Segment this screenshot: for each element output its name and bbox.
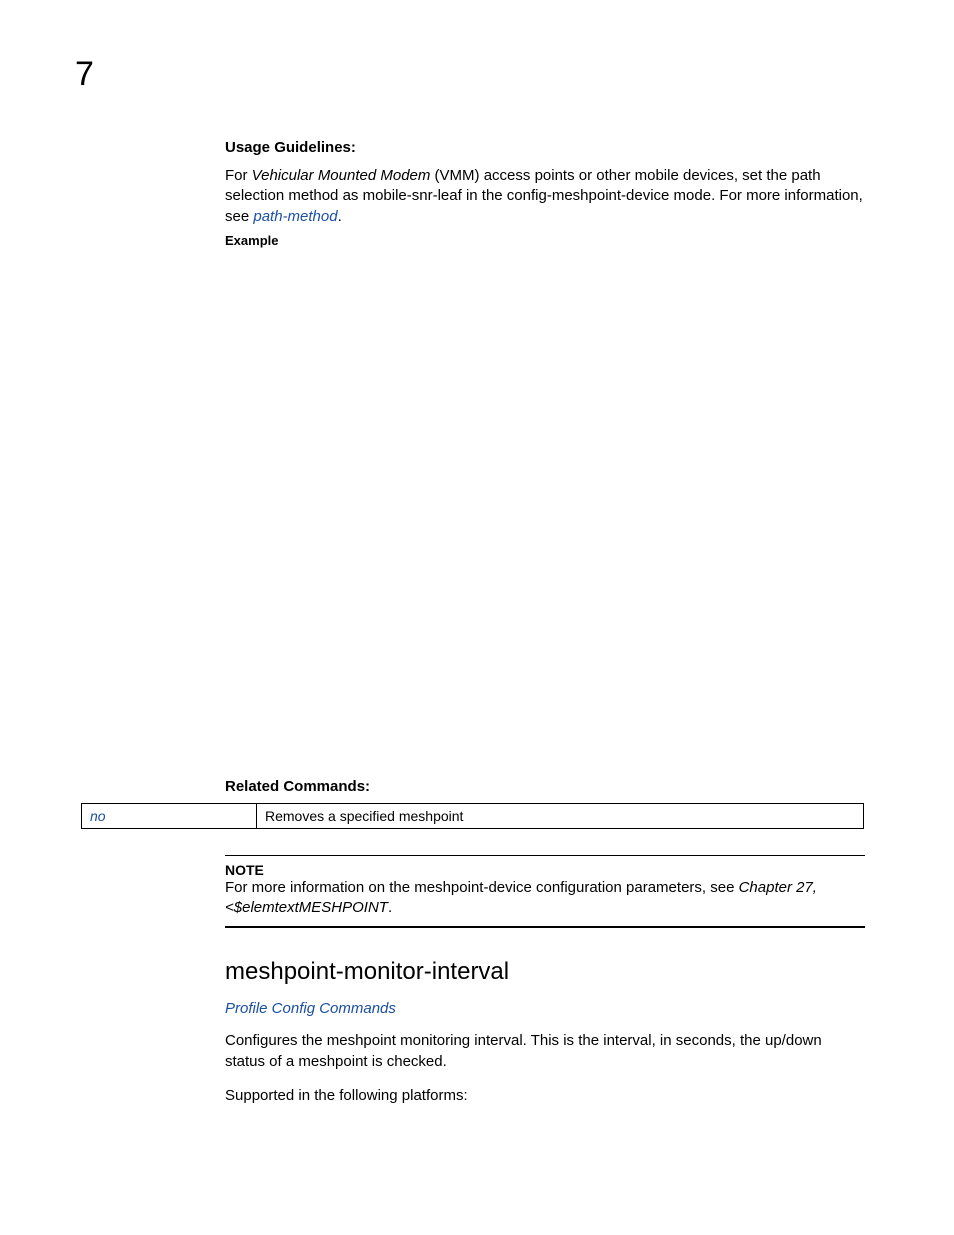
related-commands-table: no Removes a specified meshpoint xyxy=(81,803,864,829)
table-row: no Removes a specified meshpoint xyxy=(82,803,864,828)
usage-guidelines-paragraph: For Vehicular Mounted Modem (VMM) access… xyxy=(225,166,865,227)
usage-guidelines-heading: Usage Guidelines: xyxy=(225,139,865,156)
section-title: meshpoint-monitor-interval xyxy=(225,958,865,986)
related-commands-heading: Related Commands: xyxy=(225,778,865,795)
page-number: 7 xyxy=(75,55,94,94)
section-description: Configures the meshpoint monitoring inte… xyxy=(225,1031,865,1072)
supported-platforms-intro: Supported in the following platforms: xyxy=(225,1086,865,1106)
note-block: NOTE For more information on the meshpoi… xyxy=(225,855,865,929)
page: 7 Usage Guidelines: For Vehicular Mounte… xyxy=(0,0,954,1235)
vmm-term: Vehicular Mounted Modem xyxy=(252,167,431,184)
related-command-description: Removes a specified meshpoint xyxy=(257,803,864,828)
profile-config-commands-link[interactable]: Profile Config Commands xyxy=(225,1000,865,1017)
note-text-suffix: . xyxy=(388,899,392,916)
text-prefix: For xyxy=(225,167,252,184)
note-text-prefix: For more information on the meshpoint-de… xyxy=(225,879,739,896)
note-body: For more information on the meshpoint-de… xyxy=(225,878,865,919)
content-area: Usage Guidelines: For Vehicular Mounted … xyxy=(225,139,865,1120)
note-title: NOTE xyxy=(225,862,865,878)
example-heading: Example xyxy=(225,233,865,248)
related-command-link[interactable]: no xyxy=(82,803,257,828)
path-method-link[interactable]: path-method xyxy=(253,208,337,225)
text-suffix: . xyxy=(338,208,342,225)
